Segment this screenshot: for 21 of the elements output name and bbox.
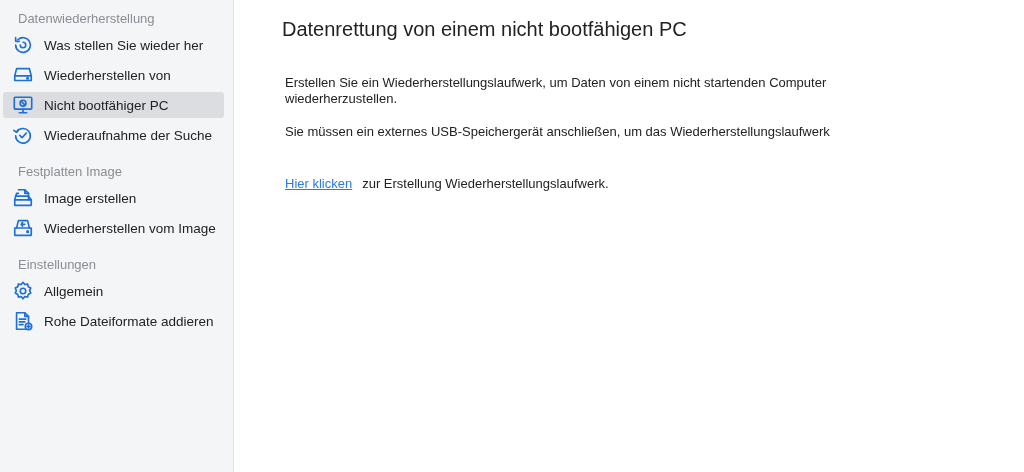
sidebar-item[interactable]: Wiederherstellen von (3, 62, 224, 88)
drive-icon (12, 217, 34, 239)
link-description: zur Erstellung Wiederherstellungslaufwerk. (362, 176, 609, 191)
sidebar-item[interactable]: Allgemein (3, 278, 224, 304)
settings-icon (12, 280, 34, 302)
restore-icon (12, 34, 34, 56)
section-heading: Einstellungen (17, 256, 98, 274)
section-heading: Festplatten Image (17, 163, 124, 181)
sidebar-item[interactable]: Image erstellen (3, 185, 224, 211)
section-heading: Datenwiederherstellung (17, 10, 156, 28)
monitor-icon (12, 94, 34, 116)
description-text: Erstellen Sie ein Wiederherstellungslaufwerk, um Daten von einem nicht startenden Computer wiederherzustellen. (285, 75, 828, 107)
sidebar-item[interactable]: Wiederherstellen vom Image (3, 215, 224, 241)
sidebar-item[interactable]: Rohe Dateiformate addieren (3, 308, 224, 334)
hier-klicken-link[interactable]: Hier klicken (285, 176, 353, 191)
drive-icon (12, 187, 34, 209)
description-text: Sie müssen ein externes USB-Speichergerät anschließen, um das Wiederherstellungslaufwerk (285, 124, 831, 140)
sidebar-item[interactable]: Was stellen Sie wieder her (3, 32, 224, 58)
sidebar-item[interactable]: Nicht bootfähiger PC (3, 92, 224, 118)
page-title: Datenrettung von einem nicht bootfähigen PC (282, 18, 688, 41)
sidebar-item[interactable]: Wiederaufnahme der Suche (3, 122, 224, 148)
